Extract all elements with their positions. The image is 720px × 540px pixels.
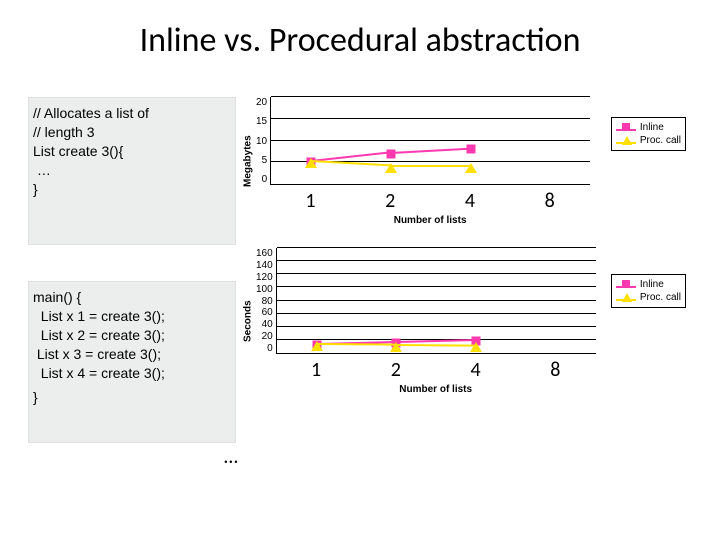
code-line: List x 4 = create 3(); [33,364,231,383]
y-tick-label: 120 [256,272,273,283]
y-tick-label: 40 [256,319,273,330]
y-axis-label: Megabytes [240,97,256,226]
legend-proc-call: Proc. call [616,134,681,147]
code-line: List x 2 = create 3(); [33,326,231,345]
triangle-marker-icon [465,163,477,173]
y-tick-label: 140 [256,260,273,271]
plot-area [270,97,590,185]
y-tick-label: 0 [256,174,267,185]
y-ticks: 20 15 10 5 0 [256,97,270,185]
square-marker-icon [466,145,475,154]
chart-seconds: Seconds 160140120100806040200 1248 Numbe… [240,248,692,395]
x-axis-label: Number of lists [276,384,596,395]
y-tick-label: 60 [256,307,273,318]
legend-label: Proc. call [640,291,681,304]
code-line: // Allocates a list of [33,104,231,123]
chart-legend: Inline Proc. call [611,274,686,308]
legend-label: Proc. call [640,134,681,147]
legend-inline: Inline [616,278,681,291]
y-tick-label: 5 [256,155,267,166]
charts-column: Megabytes 20151050 1248 Number of lists … [240,97,692,443]
legend-inline: Inline [616,121,681,134]
triangle-marker-icon [470,342,482,352]
code-line: } [33,388,231,407]
content-area: // Allocates a list of // length 3 List … [28,97,692,443]
code-block-create3: // Allocates a list of // length 3 List … [28,97,236,245]
code-line: List x 1 = create 3(); [33,307,231,326]
legend-label: Inline [640,121,664,134]
y-tick-label: 160 [256,248,273,259]
legend-proc-call: Proc. call [616,291,681,304]
x-tick-label: 4 [430,189,510,213]
y-tick-label: 10 [256,136,267,147]
code-line: // length 3 [33,123,231,142]
chart-megabytes: Megabytes 20151050 1248 Number of lists … [240,97,692,226]
y-tick-label: 15 [256,116,267,127]
y-tick-label: 20 [256,97,267,108]
plot-area [276,248,596,354]
y-tick-label: 80 [256,296,273,307]
code-line: List x 3 = create 3(); [33,345,231,364]
code-column: // Allocates a list of // length 3 List … [28,97,236,443]
code-block-main: main() { List x 1 = create 3(); List x 2… [28,281,236,443]
y-axis-label: Seconds [240,248,256,395]
legend-label: Inline [640,278,664,291]
x-tick-label: 8 [510,189,590,213]
y-tick-label: 100 [256,284,273,295]
y-tick-label: 0 [256,343,273,354]
x-tick-label: 4 [436,358,516,382]
x-tick-label: 2 [350,189,430,213]
x-tick-label: 1 [276,358,356,382]
x-tick-label: 1 [271,189,351,213]
x-tick-label: 2 [356,358,436,382]
code-line: … [33,161,231,180]
x-ticks: 1248 [276,358,596,382]
y-ticks: 160140120100806040200 [256,248,276,354]
ellipsis: … [224,445,238,469]
x-axis-label: Number of lists [270,215,590,226]
code-line: } [33,180,231,199]
y-tick-label: 20 [256,331,273,342]
code-line: List create 3(){ [33,142,231,161]
x-ticks: 1248 [270,189,590,213]
x-tick-label: 8 [515,358,595,382]
page-title: Inline vs. Procedural abstraction [28,20,692,61]
chart-legend: Inline Proc. call [611,117,686,151]
code-line: main() { [33,288,231,307]
